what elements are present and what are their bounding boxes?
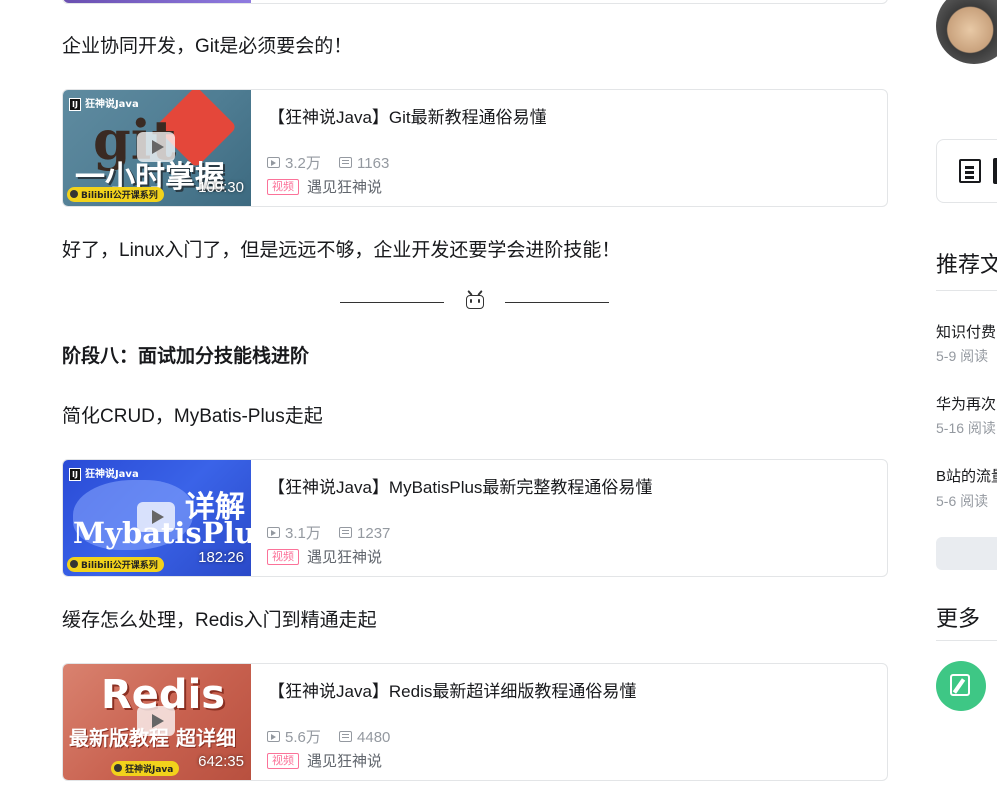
danmaku-count: 4480 [357,729,391,746]
recommend-heading: 推荐文 [936,252,997,277]
video-type-badge: 视频 [267,753,299,769]
video-author[interactable]: 遇见狂神说 [307,179,382,196]
video-title[interactable]: 【狂神说Java】Redis最新超详细版教程通俗易懂 [268,677,636,702]
view-count: 3.2万 [285,155,321,172]
thumbnail-series-tag: Bilibili公开课系列 [67,187,164,202]
divider-line-right [505,302,609,303]
video-duration: 182:26 [198,549,244,566]
section-divider [340,290,610,314]
recommend-item-title[interactable]: 知识付费 [936,321,996,342]
video-thumbnail[interactable]: Redis 最新版教程 超详细 狂神说Java 642:35 [63,664,251,780]
recommend-item-title[interactable]: B站的流量 [936,465,997,486]
video-stats: 5.6万 4480 [267,726,404,747]
bilibili-tv-icon [466,295,484,309]
danmaku-icon [339,731,353,742]
video-card-git[interactable]: IJ 狂神说Java git 一小时掌握 Bilibili公开课系列 109:30… [62,89,888,207]
video-card-mybatisplus[interactable]: IJ狂神说Java 详解 MybatisPlus Bilibili公开课系列 1… [62,459,888,577]
recommend-item-meta: 5-6 阅读 [936,493,989,509]
paragraph-redis: 缓存怎么处理，Redis入门到精通走起 [62,610,377,631]
play-icon[interactable] [137,502,175,532]
danmaku-count: 1163 [357,155,390,172]
video-card-partial[interactable] [62,0,888,4]
danmaku-icon [339,157,353,168]
video-duration: 109:30 [198,179,244,196]
video-type-badge: 视频 [267,549,299,565]
divider-line-left [340,302,444,303]
thumbnail-series-tag: Bilibili公开课系列 [67,557,164,572]
divider [936,290,997,291]
right-sidebar: 推荐文 知识付费 5-9 阅读 华为再次 5-16 阅读 B站的流量 5-6 阅… [936,0,997,796]
play-count-icon [267,527,280,538]
video-duration: 642:35 [198,753,244,770]
article-body: 企业协同开发，Git是必须要会的！ IJ 狂神说Java git 一小时掌握 Bi… [0,0,900,796]
note-app-icon[interactable] [936,661,986,711]
video-thumbnail-partial[interactable] [63,0,251,3]
video-thumbnail[interactable]: IJ 狂神说Java git 一小时掌握 Bilibili公开课系列 109:30 [63,90,251,206]
video-meta: 视频 遇见狂神说 [267,546,382,567]
recommend-item-meta: 5-16 阅读 [936,420,996,436]
video-stats: 3.2万 1163 [267,152,403,173]
danmaku-count: 1237 [357,525,391,542]
paragraph-linux: 好了，Linux入门了，但是远远不够，企业开发还要学会进阶技能！ [62,240,621,261]
recommend-item-title[interactable]: 华为再次 [936,393,996,414]
more-heading: 更多 [936,606,981,631]
danmaku-icon [339,527,353,538]
play-icon[interactable] [137,706,175,736]
paragraph-git: 企业协同开发，Git是必须要会的！ [62,36,353,57]
section-heading: 阶段八：面试加分技能栈进阶 [62,346,310,367]
divider [936,640,997,641]
play-count-icon [267,157,280,168]
author-avatar[interactable] [936,0,997,64]
video-author[interactable]: 遇见狂神说 [307,549,382,566]
column-button[interactable] [936,139,997,203]
view-count: 3.1万 [285,525,321,542]
view-count: 5.6万 [285,729,321,746]
load-more-button[interactable] [936,537,997,570]
video-author[interactable]: 遇见狂神说 [307,753,382,770]
video-title[interactable]: 【狂神说Java】Git最新教程通俗易懂 [268,103,547,128]
thumbnail-brand: IJ 狂神说Java [69,465,139,481]
video-type-badge: 视频 [267,179,299,195]
video-meta: 视频 遇见狂神说 [267,750,382,771]
paragraph-mybatis: 简化CRUD，MyBatis-Plus走起 [62,406,323,427]
video-stats: 3.1万 1237 [267,522,404,543]
thumbnail-series-tag: 狂神说Java [111,761,180,776]
recommend-item-meta: 5-9 阅读 [936,348,989,364]
video-card-redis[interactable]: Redis 最新版教程 超详细 狂神说Java 642:35 【狂神说Java】… [62,663,888,781]
play-count-icon [267,731,280,742]
video-thumbnail[interactable]: IJ狂神说Java 详解 MybatisPlus Bilibili公开课系列 1… [63,460,251,576]
video-meta: 视频 遇见狂神说 [267,176,382,197]
document-icon [959,159,981,183]
play-icon[interactable] [137,132,175,162]
video-title[interactable]: 【狂神说Java】MyBatisPlus最新完整教程通俗易懂 [268,473,652,498]
